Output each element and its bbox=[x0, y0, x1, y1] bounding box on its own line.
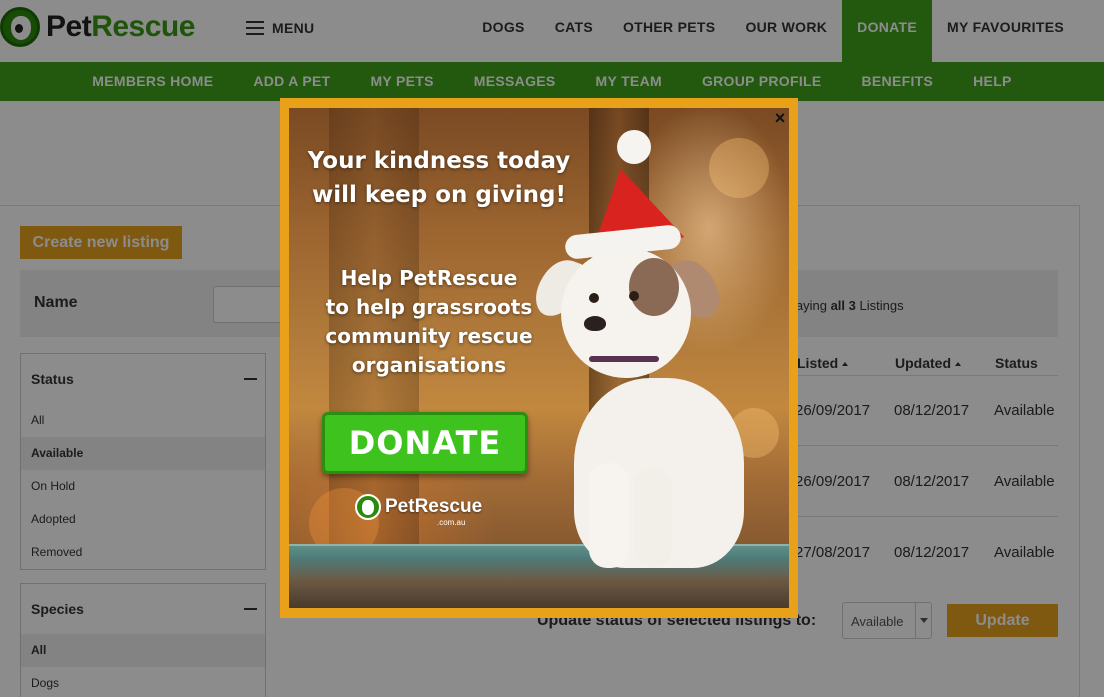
promo-logo: PetRescue bbox=[355, 494, 482, 520]
close-icon[interactable]: × bbox=[769, 108, 789, 130]
dog-logo-icon bbox=[355, 494, 381, 520]
promo-headline: Your kindness today will keep on giving! bbox=[307, 148, 571, 208]
promo-logo-domain: .com.au bbox=[437, 518, 466, 527]
donate-button[interactable]: DONATE bbox=[322, 412, 528, 474]
donation-promo-image: Your kindness today will keep on giving!… bbox=[289, 108, 789, 608]
donation-modal: Your kindness today will keep on giving!… bbox=[280, 98, 798, 618]
promo-subtext: Help PetRescue to help grassroots commun… bbox=[325, 266, 533, 377]
